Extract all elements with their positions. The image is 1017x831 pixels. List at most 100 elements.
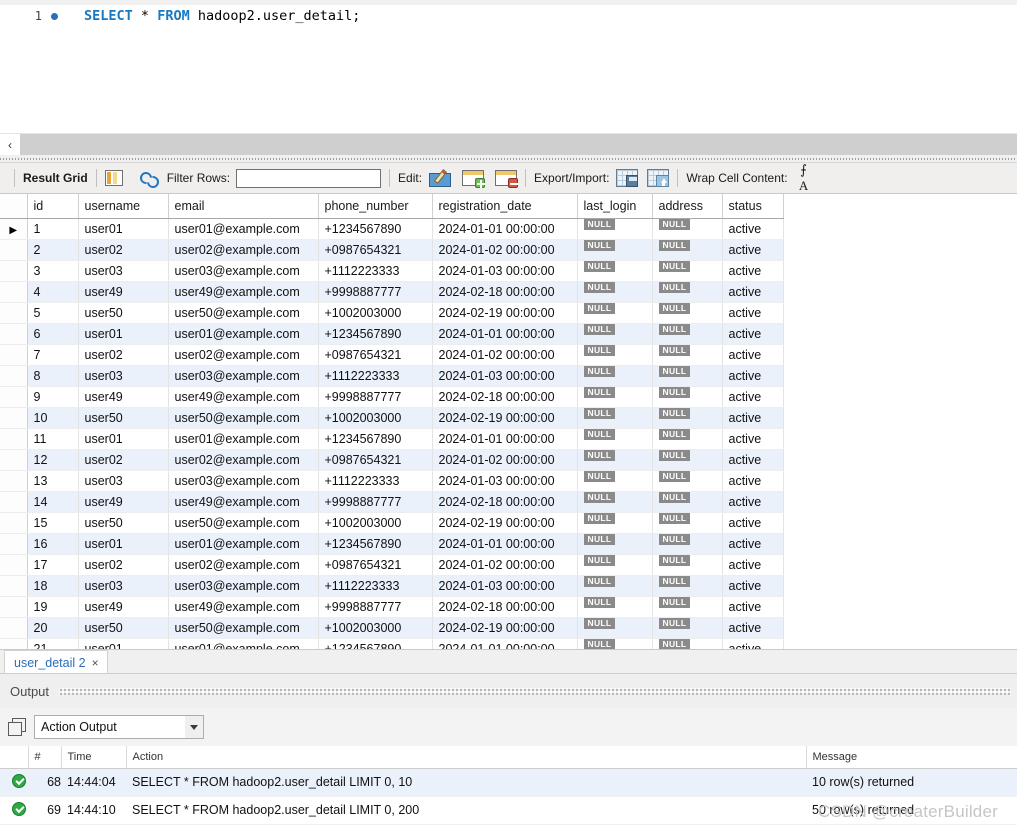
cell-username[interactable]: user50 (78, 407, 169, 429)
cell-address[interactable]: NULL (652, 554, 723, 576)
row-selector-cell[interactable] (0, 491, 28, 513)
cell-phone-number[interactable]: +1002003000 (318, 512, 433, 534)
table-row[interactable]: 17 user02 user02@example.com +0987654321 202… (0, 554, 784, 576)
result-grid-area[interactable]: id username email phone_number registrat… (0, 194, 1017, 649)
cell-username[interactable]: user49 (78, 491, 169, 513)
row-selector-cell[interactable] (0, 470, 28, 492)
row-selector-cell[interactable] (0, 449, 28, 471)
cell-status[interactable]: active (722, 281, 784, 303)
cell-username[interactable]: user02 (78, 344, 169, 366)
cell-status[interactable]: active (722, 386, 784, 408)
cell-email[interactable]: user50@example.com (168, 617, 319, 639)
table-row[interactable]: 12 user02 user02@example.com +0987654321 202… (0, 449, 784, 471)
cell-status[interactable]: active (722, 554, 784, 576)
cell-email[interactable]: user49@example.com (168, 386, 319, 408)
cell-id[interactable]: 7 (27, 344, 79, 366)
cell-address[interactable]: NULL (652, 407, 723, 429)
cell-id[interactable]: 8 (27, 365, 79, 387)
grid-col-header-last-login[interactable]: last_login (577, 194, 653, 219)
row-selector-cell[interactable]: ▶ (0, 218, 28, 240)
cell-username[interactable]: user03 (78, 260, 169, 282)
table-row[interactable]: 19 user49 user49@example.com +9998887777 202… (0, 596, 784, 618)
cell-registration-date[interactable]: 2024-02-19 00:00:00 (432, 302, 578, 324)
table-row[interactable]: 20 user50 user50@example.com +1002003000 202… (0, 617, 784, 639)
cell-id[interactable]: 21 (27, 638, 79, 649)
cell-last-login[interactable]: NULL (577, 386, 653, 408)
cell-status[interactable]: active (722, 365, 784, 387)
cell-username[interactable]: user50 (78, 617, 169, 639)
grid-col-header-email[interactable]: email (168, 194, 319, 219)
table-row[interactable]: 16 user01 user01@example.com +1234567890 202… (0, 533, 784, 555)
table-row[interactable]: 13 user03 user03@example.com +1112223333 202… (0, 470, 784, 492)
insert-row-icon[interactable] (462, 170, 486, 188)
cell-status[interactable]: active (722, 302, 784, 324)
collapse-left-chevron-icon[interactable]: ‹ (0, 134, 20, 156)
row-selector-cell[interactable] (0, 302, 28, 324)
cell-address[interactable]: NULL (652, 617, 723, 639)
panel-splitter-handle[interactable] (0, 155, 1017, 163)
cell-status[interactable]: active (722, 512, 784, 534)
cell-address[interactable]: NULL (652, 344, 723, 366)
cell-username[interactable]: user01 (78, 533, 169, 555)
cell-address[interactable]: NULL (652, 596, 723, 618)
result-tab-user-detail-2[interactable]: user_detail 2 × (4, 650, 108, 674)
row-selector-cell[interactable] (0, 344, 28, 366)
cell-last-login[interactable]: NULL (577, 512, 653, 534)
row-selector-cell[interactable] (0, 596, 28, 618)
cell-phone-number[interactable]: +1112223333 (318, 575, 433, 597)
cell-email[interactable]: user49@example.com (168, 491, 319, 513)
cell-last-login[interactable]: NULL (577, 533, 653, 555)
cell-last-login[interactable]: NULL (577, 344, 653, 366)
row-selector-cell[interactable] (0, 554, 28, 576)
sql-code-text[interactable]: SELECT * FROM hadoop2.user_detail; (62, 8, 360, 24)
cell-status[interactable]: active (722, 218, 784, 240)
cell-last-login[interactable]: NULL (577, 260, 653, 282)
cell-username[interactable]: user50 (78, 512, 169, 534)
cell-status[interactable]: active (722, 491, 784, 513)
cell-email[interactable]: user49@example.com (168, 596, 319, 618)
cell-email[interactable]: user03@example.com (168, 365, 319, 387)
cell-email[interactable]: user01@example.com (168, 533, 319, 555)
cell-email[interactable]: user01@example.com (168, 323, 319, 345)
filter-rows-input[interactable] (236, 168, 382, 188)
grid-col-header-phone-number[interactable]: phone_number (318, 194, 433, 219)
cell-id[interactable]: 13 (27, 470, 79, 492)
grid-col-header-username[interactable]: username (78, 194, 169, 219)
cell-id[interactable]: 17 (27, 554, 79, 576)
row-selector-cell[interactable] (0, 323, 28, 345)
cell-phone-number[interactable]: +0987654321 (318, 344, 433, 366)
cell-email[interactable]: user49@example.com (168, 281, 319, 303)
output-panes-icon[interactable] (8, 718, 26, 736)
row-selector-cell[interactable] (0, 617, 28, 639)
cell-last-login[interactable]: NULL (577, 491, 653, 513)
cell-address[interactable]: NULL (652, 428, 723, 450)
cell-phone-number[interactable]: +1234567890 (318, 428, 433, 450)
cell-address[interactable]: NULL (652, 365, 723, 387)
cell-email[interactable]: user01@example.com (168, 428, 319, 450)
cell-address[interactable]: NULL (652, 449, 723, 471)
cell-phone-number[interactable]: +0987654321 (318, 239, 433, 261)
cell-phone-number[interactable]: +1002003000 (318, 407, 433, 429)
cell-status[interactable]: active (722, 470, 784, 492)
cell-registration-date[interactable]: 2024-01-02 00:00:00 (432, 344, 578, 366)
cell-registration-date[interactable]: 2024-01-01 00:00:00 (432, 533, 578, 555)
cell-last-login[interactable]: NULL (577, 407, 653, 429)
cell-email[interactable]: user03@example.com (168, 470, 319, 492)
cell-phone-number[interactable]: +9998887777 (318, 596, 433, 618)
cell-registration-date[interactable]: 2024-02-18 00:00:00 (432, 596, 578, 618)
row-selector-cell[interactable] (0, 239, 28, 261)
cell-id[interactable]: 14 (27, 491, 79, 513)
sql-query-editor[interactable]: 1 SELECT * FROM hadoop2.user_detail; (0, 5, 1017, 133)
cell-username[interactable]: user01 (78, 638, 169, 649)
cell-id[interactable]: 19 (27, 596, 79, 618)
cell-id[interactable]: 2 (27, 239, 79, 261)
cell-id[interactable]: 5 (27, 302, 79, 324)
cell-address[interactable]: NULL (652, 386, 723, 408)
cell-username[interactable]: user03 (78, 365, 169, 387)
cell-last-login[interactable]: NULL (577, 281, 653, 303)
cell-id[interactable]: 15 (27, 512, 79, 534)
cell-id[interactable]: 1 (27, 218, 79, 240)
table-row[interactable]: 18 user03 user03@example.com +1112223333 202… (0, 575, 784, 597)
table-row[interactable]: 7 user02 user02@example.com +0987654321 2024… (0, 344, 784, 366)
close-icon[interactable]: × (92, 656, 99, 670)
